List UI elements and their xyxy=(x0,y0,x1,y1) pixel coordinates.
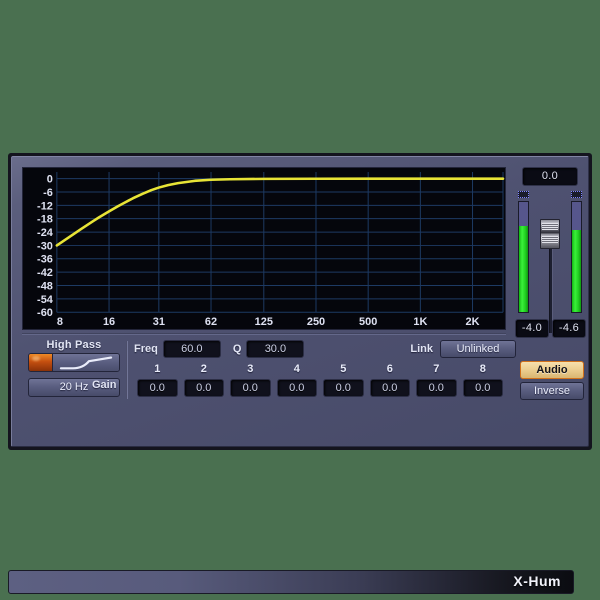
section-divider xyxy=(22,333,506,335)
clip-indicator-right[interactable] xyxy=(571,191,582,198)
svg-text:250: 250 xyxy=(307,316,325,328)
svg-text:-6: -6 xyxy=(43,187,53,199)
band-number-6: 6 xyxy=(367,363,414,377)
band-cell-1: 0.0 xyxy=(134,379,181,397)
svg-text:2K: 2K xyxy=(466,316,480,328)
q-label: Q xyxy=(233,343,242,355)
highpass-enable-led[interactable] xyxy=(29,354,53,371)
band-number-2: 2 xyxy=(181,363,228,377)
peak-readout-left[interactable]: -4.0 xyxy=(515,319,549,338)
svg-text:-54: -54 xyxy=(37,294,53,306)
meter-level-right xyxy=(572,230,581,313)
band-number-4: 4 xyxy=(274,363,321,377)
band-gain-input-4[interactable]: 0.0 xyxy=(277,379,318,397)
band-number-1: 1 xyxy=(134,363,181,377)
meter-level-left xyxy=(519,226,528,312)
level-meter-left xyxy=(518,201,529,313)
level-meters xyxy=(514,191,586,313)
meter-headroom-right xyxy=(572,202,581,230)
svg-text:1K: 1K xyxy=(413,316,427,328)
gain-bands: Gain 12345678 0.00.00.00.00.00.00.00.0 xyxy=(134,363,506,397)
mode-button-audio[interactable]: Audio xyxy=(520,361,584,379)
band-gain-input-5[interactable]: 0.0 xyxy=(323,379,364,397)
band-gain-input-3[interactable]: 0.0 xyxy=(230,379,271,397)
link-group: Link Unlinked xyxy=(410,339,516,359)
master-gain-readout[interactable]: 0.0 xyxy=(522,167,578,186)
freq-input[interactable]: 60.0 xyxy=(163,340,221,358)
highpass-button-row xyxy=(28,353,120,372)
output-fader-bay: 0.0 xyxy=(514,167,586,357)
filter-parameter-row: Freq 60.0 Q 30.0 xyxy=(134,339,316,359)
svg-text:31: 31 xyxy=(153,316,165,328)
svg-text:-12: -12 xyxy=(37,200,53,212)
band-cell-5: 0.0 xyxy=(320,379,367,397)
svg-text:8: 8 xyxy=(57,316,63,328)
svg-text:-60: -60 xyxy=(37,307,53,319)
peak-readout-right[interactable]: -4.6 xyxy=(552,319,586,338)
svg-text:500: 500 xyxy=(359,316,377,328)
svg-text:0: 0 xyxy=(47,174,53,186)
control-strip: High Pass 20 Hz Freq 60. xyxy=(22,339,586,404)
band-value-cells: 0.0 0.0 0.0 0.0 0.0 0.0 0.0 0.0 xyxy=(134,379,506,397)
band-number-row: 12345678 xyxy=(134,363,506,377)
link-label: Link xyxy=(410,343,433,355)
band-number-8: 8 xyxy=(460,363,507,377)
fader-handle[interactable] xyxy=(540,219,560,249)
band-number-5: 5 xyxy=(320,363,367,377)
link-state-button[interactable]: Unlinked xyxy=(440,340,516,358)
highpass-curve-icon xyxy=(53,354,119,371)
svg-text:62: 62 xyxy=(205,316,217,328)
plugin-titlebar: X-Hum xyxy=(8,570,574,594)
svg-text:-36: -36 xyxy=(37,254,53,266)
svg-text:-18: -18 xyxy=(37,214,53,226)
mode-button-inverse[interactable]: Inverse xyxy=(520,382,584,400)
vertical-divider xyxy=(126,341,128,399)
band-gain-input-1[interactable]: 0.0 xyxy=(137,379,178,397)
gain-value-row: 0.0 0.0 0.0 0.0 0.0 0.0 0.0 0.0 xyxy=(134,378,506,397)
band-number-7: 7 xyxy=(413,363,460,377)
meter-headroom-left xyxy=(519,202,528,226)
plugin-stage: 0-6-12-18-24-30-36-42-48-54-60 816316212… xyxy=(0,0,600,600)
band-cell-3: 0.0 xyxy=(227,379,274,397)
highpass-title: High Pass xyxy=(28,339,120,351)
eq-response-plot: 0-6-12 -18-24-30 -36-42 -48-54-60 8 16 31 62 12… xyxy=(23,168,505,329)
highpass-shape-icon[interactable] xyxy=(53,354,119,371)
clip-indicator-left[interactable] xyxy=(518,191,529,198)
plugin-face: 0-6-12-18-24-30-36-42-48-54-60 816316212… xyxy=(11,156,589,447)
band-cell-2: 0.0 xyxy=(181,379,228,397)
freq-label: Freq xyxy=(134,343,158,355)
band-gain-input-2[interactable]: 0.0 xyxy=(184,379,225,397)
gain-label: Gain xyxy=(92,379,116,391)
mode-group: Audio Inverse xyxy=(520,361,584,400)
band-cell-8: 0.0 xyxy=(460,379,507,397)
band-gain-input-6[interactable]: 0.0 xyxy=(370,379,411,397)
plugin-name: X-Hum xyxy=(513,573,561,589)
svg-text:125: 125 xyxy=(255,316,273,328)
q-input[interactable]: 30.0 xyxy=(246,340,304,358)
svg-text:-42: -42 xyxy=(37,267,53,279)
plugin-chassis: 0-6-12-18-24-30-36-42-48-54-60 816316212… xyxy=(8,153,592,450)
band-gain-input-7[interactable]: 0.0 xyxy=(416,379,457,397)
band-cell-4: 0.0 xyxy=(274,379,321,397)
band-number-3: 3 xyxy=(227,363,274,377)
band-cell-6: 0.0 xyxy=(367,379,414,397)
level-meter-right xyxy=(571,201,582,313)
svg-text:-24: -24 xyxy=(37,227,53,239)
band-gain-input-8[interactable]: 0.0 xyxy=(463,379,504,397)
svg-text:-30: -30 xyxy=(37,240,53,252)
svg-text:-48: -48 xyxy=(37,281,53,293)
svg-text:16: 16 xyxy=(103,316,115,328)
band-cell-7: 0.0 xyxy=(413,379,460,397)
eq-response-graph[interactable]: 0-6-12 -18-24-30 -36-42 -48-54-60 8 16 31 62 12… xyxy=(22,167,506,330)
